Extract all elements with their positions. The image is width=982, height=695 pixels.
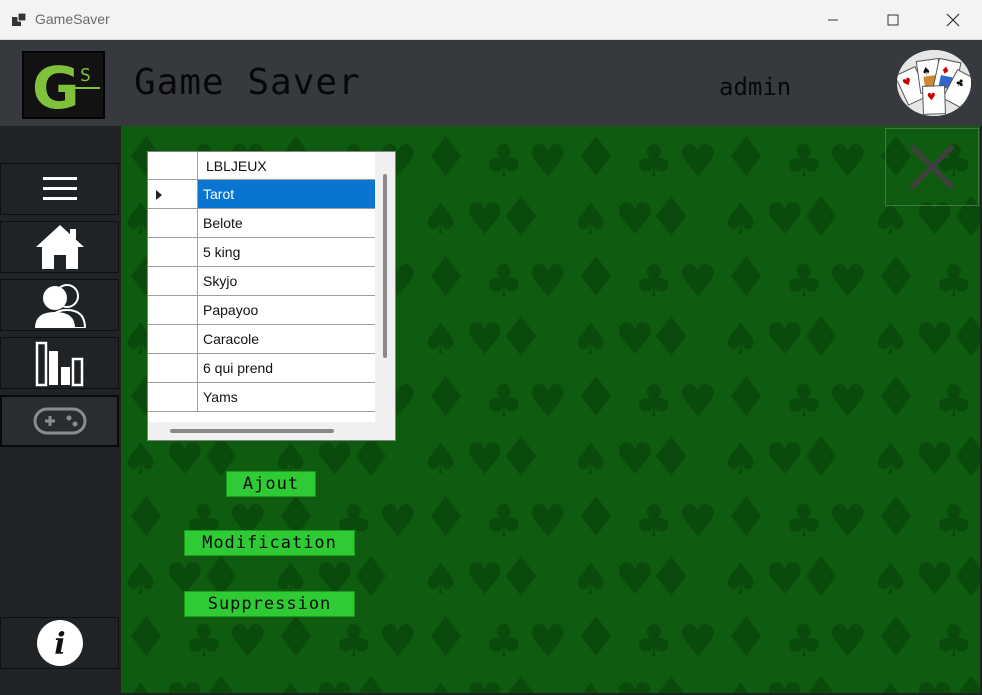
table-row[interactable]: Caracole <box>148 325 375 354</box>
grid-corner-cell[interactable] <box>148 152 198 180</box>
gamepad-icon <box>33 407 86 435</box>
info-icon: i <box>36 620 83 666</box>
close-icon <box>909 144 955 190</box>
grid-cell[interactable]: Skyjo <box>198 267 375 295</box>
horizontal-scrollbar[interactable] <box>148 422 395 440</box>
grid-header-row: LBLJEUX <box>148 152 375 180</box>
logo-sub-letter: S <box>80 65 91 86</box>
sidebar-item-home[interactable] <box>0 221 119 273</box>
table-row[interactable]: Belote <box>148 209 375 238</box>
sidebar-item-games[interactable] <box>0 395 119 447</box>
window-titlebar: GameSaver <box>0 0 982 40</box>
app-logo: G S <box>22 51 105 122</box>
current-row-arrow-icon <box>156 190 162 200</box>
row-header[interactable] <box>148 296 198 324</box>
close-icon <box>946 13 960 27</box>
table-row[interactable]: Yams <box>148 383 375 412</box>
horizontal-scroll-thumb[interactable] <box>170 429 334 433</box>
minimize-button[interactable] <box>810 0 856 40</box>
table-row[interactable]: 5 king <box>148 238 375 267</box>
username-label: admin <box>719 73 792 101</box>
row-header[interactable] <box>148 180 198 208</box>
vertical-scroll-thumb[interactable] <box>383 174 387 358</box>
sidebar-item-info[interactable]: i <box>0 617 119 669</box>
table-row[interactable]: Papayoo <box>148 296 375 325</box>
modify-button[interactable]: Modification <box>184 530 355 556</box>
close-panel-button[interactable] <box>885 128 979 206</box>
sidebar: i <box>0 126 121 695</box>
playing-cards-icon: ♥ ♠ ♦ ♣ ♥ <box>897 50 971 116</box>
row-header[interactable] <box>148 383 198 411</box>
bar-chart-icon <box>35 341 83 387</box>
app-title: Game Saver <box>134 62 361 103</box>
main-panel: ♣ ♥ ♠ ♥ LBLJEUX TarotBelote5 kingSkyjoPa… <box>121 126 980 693</box>
svg-text:i: i <box>54 627 65 662</box>
gs-logo-icon: G S <box>32 54 100 122</box>
grid-cell[interactable]: Yams <box>198 383 375 411</box>
app-window-icon <box>12 13 27 26</box>
games-datagrid[interactable]: LBLJEUX Tarot Belote 5 king Skyjo Papayoo Car… <box>147 151 396 441</box>
grid-cell[interactable]: 6 qui prend <box>198 354 375 382</box>
home-icon <box>35 225 84 269</box>
sidebar-item-stats[interactable] <box>0 337 119 389</box>
row-header[interactable] <box>148 325 198 353</box>
grid-cell[interactable]: Papayoo <box>198 296 375 324</box>
delete-button[interactable]: Suppression <box>184 591 355 617</box>
vertical-scrollbar[interactable] <box>375 152 395 422</box>
table-row[interactable]: Skyjo <box>148 267 375 296</box>
close-window-button[interactable] <box>930 0 976 40</box>
grid-cell[interactable]: Tarot <box>198 180 375 208</box>
table-row[interactable]: Tarot <box>148 180 375 209</box>
app-header: G S Game Saver admin ♥ ♠ ♦ ♣ ♥ <box>0 40 982 126</box>
add-button[interactable]: Ajout <box>226 471 316 497</box>
sidebar-menu-button[interactable] <box>0 163 119 215</box>
row-header[interactable] <box>148 267 198 295</box>
column-header-lbljeux[interactable]: LBLJEUX <box>206 158 267 174</box>
window-title: GameSaver <box>35 11 110 27</box>
svg-text:♥: ♥ <box>927 92 936 103</box>
row-header[interactable] <box>148 354 198 382</box>
logo-letter: G <box>32 54 80 117</box>
hamburger-menu-icon <box>42 177 77 200</box>
maximize-icon <box>887 14 899 26</box>
grid-cell[interactable]: Caracole <box>198 325 375 353</box>
maximize-button[interactable] <box>870 0 916 40</box>
row-header[interactable] <box>148 238 198 266</box>
grid-cell[interactable]: Belote <box>198 209 375 237</box>
grid-cell[interactable]: 5 king <box>198 238 375 266</box>
grid-rows: Tarot Belote 5 king Skyjo Papayoo Caracole 6 q… <box>148 180 375 412</box>
row-header[interactable] <box>148 209 198 237</box>
sidebar-item-users[interactable] <box>0 279 119 331</box>
table-row[interactable]: 6 qui prend <box>148 354 375 383</box>
avatar[interactable]: ♥ ♠ ♦ ♣ ♥ <box>897 50 971 116</box>
minimize-icon <box>828 19 838 21</box>
users-icon <box>34 284 86 328</box>
